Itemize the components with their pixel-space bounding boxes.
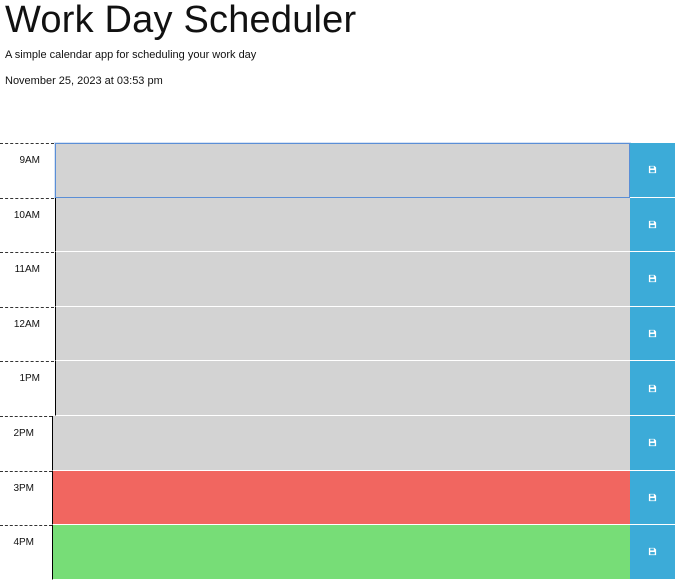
time-block-row: 11AM — [0, 252, 675, 307]
floppy-disk-icon — [648, 220, 657, 229]
event-description-input[interactable] — [52, 525, 630, 580]
save-button[interactable] — [630, 415, 675, 471]
hour-label: 11AM — [0, 252, 54, 307]
floppy-disk-icon — [648, 493, 657, 502]
floppy-disk-icon — [648, 165, 657, 174]
page-title: Work Day Scheduler — [5, 0, 357, 41]
floppy-disk-icon — [648, 274, 657, 283]
time-block-row: 2PM — [0, 415, 675, 471]
time-block-row: 10AM — [0, 197, 675, 253]
hour-label: 2PM — [0, 415, 52, 471]
hour-label: 4PM — [0, 525, 52, 580]
hour-label: 9AM — [0, 143, 54, 198]
hour-label: 3PM — [0, 470, 52, 526]
hour-label: 10AM — [0, 197, 54, 253]
time-block-row: 12AM — [0, 306, 675, 362]
save-button[interactable] — [630, 252, 675, 307]
event-description-input[interactable] — [55, 361, 630, 416]
save-button[interactable] — [630, 470, 675, 526]
event-description-input[interactable] — [55, 252, 630, 307]
time-block-row: 3PM — [0, 470, 675, 526]
hour-label: 1PM — [0, 361, 54, 416]
time-block-row: 1PM — [0, 361, 675, 416]
floppy-disk-icon — [648, 329, 657, 338]
hour-label: 12AM — [0, 306, 54, 362]
event-description-input[interactable] — [55, 197, 630, 253]
save-button[interactable] — [630, 143, 675, 198]
save-button[interactable] — [630, 361, 675, 416]
floppy-disk-icon — [648, 384, 657, 393]
page-subtitle: A simple calendar app for scheduling you… — [5, 49, 257, 61]
page-header: Work Day Scheduler A simple calendar app… — [5, 0, 665, 88]
save-button[interactable] — [630, 525, 675, 580]
event-description-input[interactable] — [55, 143, 630, 198]
save-button[interactable] — [630, 306, 675, 362]
event-description-input[interactable] — [55, 306, 630, 362]
floppy-disk-icon — [648, 547, 657, 556]
floppy-disk-icon — [648, 438, 657, 447]
scheduler: 9AM 10AM 11AM 12AM 1PM 2PM 3PM 4PM — [0, 143, 675, 580]
time-block-row: 9AM — [0, 143, 675, 198]
current-datetime: November 25, 2023 at 03:53 pm — [5, 75, 163, 87]
event-description-input[interactable] — [52, 415, 630, 471]
save-button[interactable] — [630, 197, 675, 253]
event-description-input[interactable] — [52, 470, 630, 526]
time-block-row: 4PM — [0, 525, 675, 580]
